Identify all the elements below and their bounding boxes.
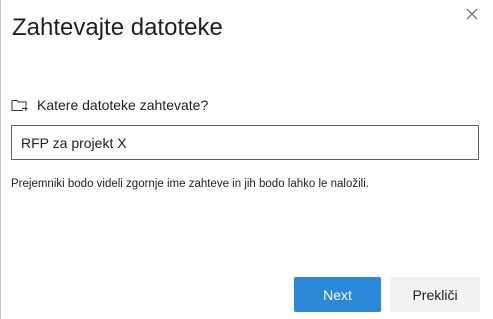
close-icon[interactable] [463, 5, 481, 23]
next-button[interactable]: Next [294, 277, 381, 312]
request-files-dialog: Zahtevajte datoteke Katere datoteke zaht… [0, 0, 493, 319]
question-label: Katere datoteke zahtevate? [37, 97, 209, 113]
request-name-input[interactable] [11, 125, 479, 160]
folder-request-icon [11, 98, 28, 112]
question-row: Katere datoteke zahtevate? [11, 96, 208, 114]
cancel-button[interactable]: Prekliči [390, 277, 480, 312]
help-text: Prejemniki bodo videli zgornje ime zahte… [11, 178, 369, 190]
dialog-title: Zahtevajte datoteke [12, 14, 223, 41]
